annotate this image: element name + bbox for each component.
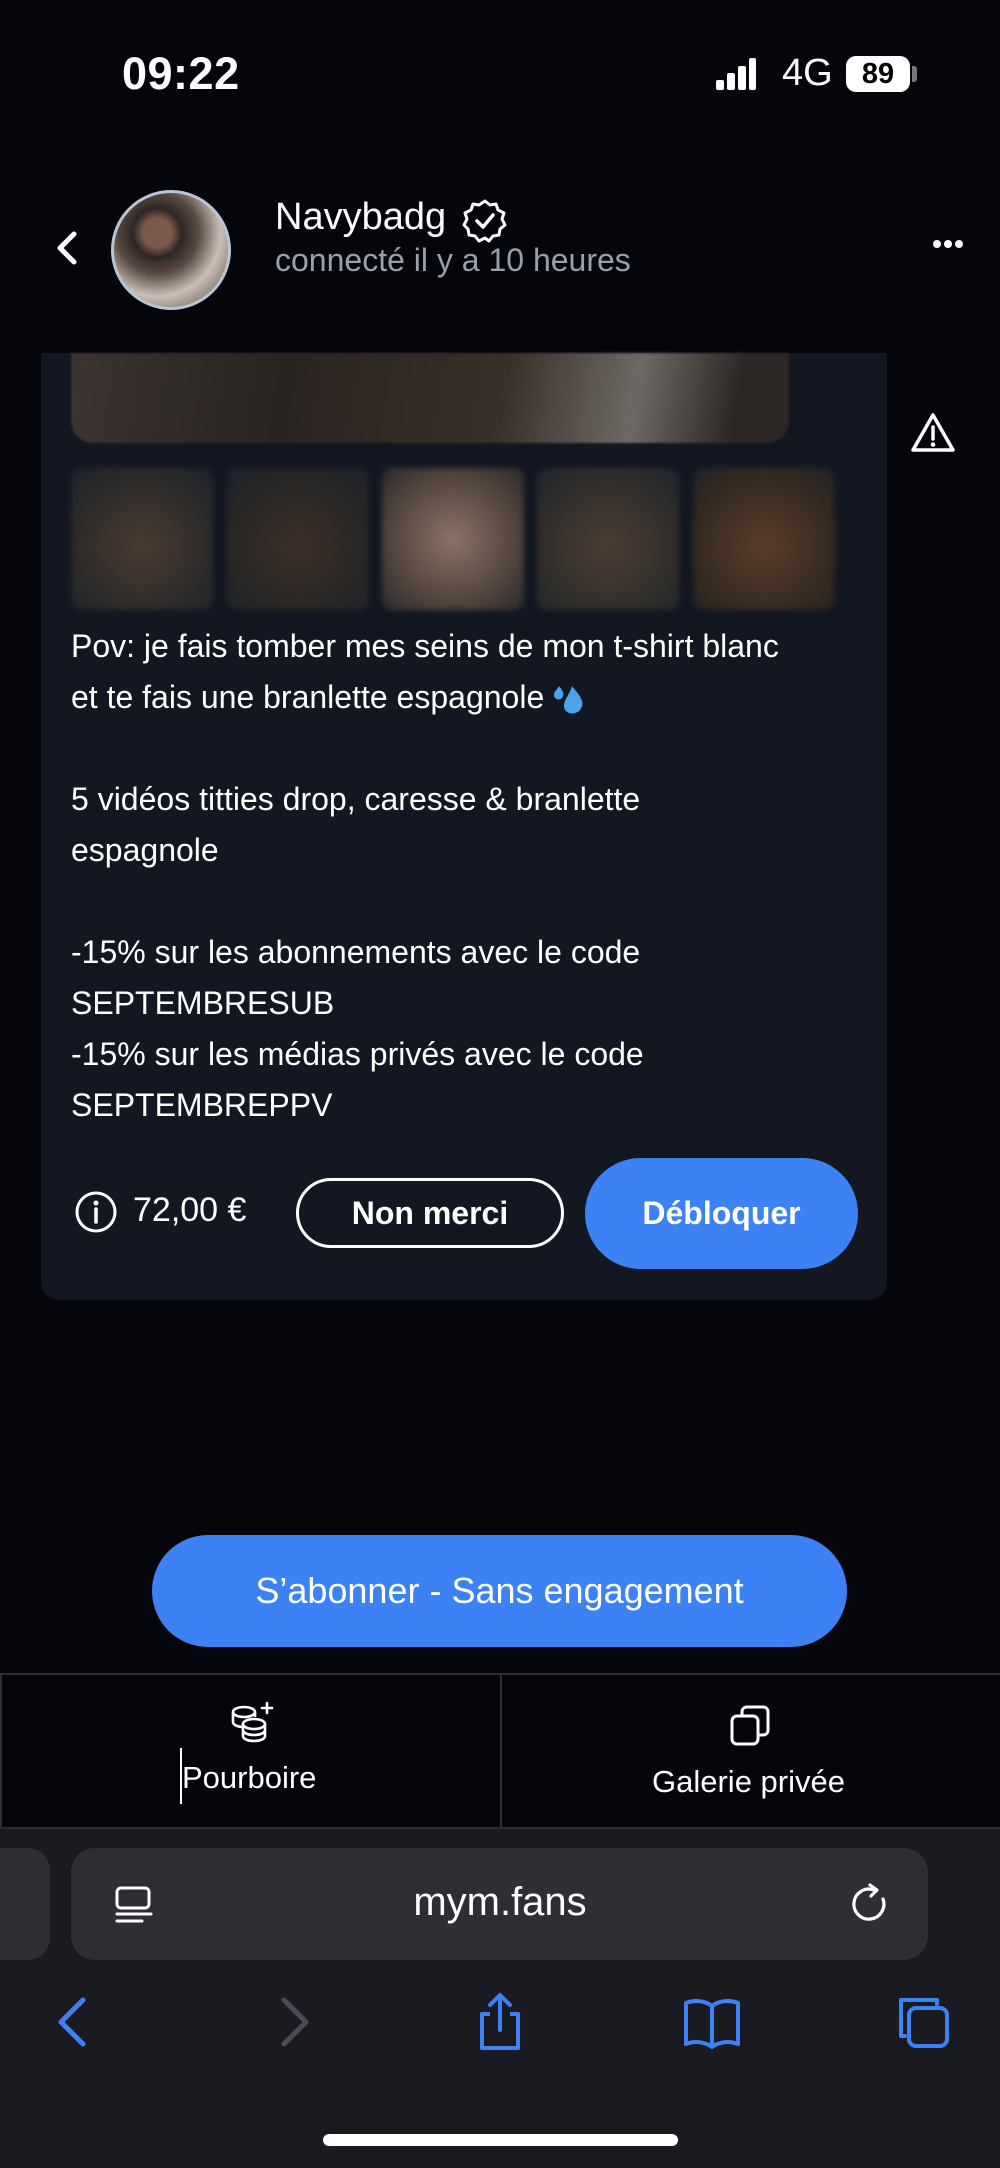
message-text-line: SEPTEMBREPPV — [71, 1087, 333, 1123]
home-indicator[interactable] — [323, 2134, 678, 2146]
tip-tab-label[interactable]: Pourboire — [182, 1760, 316, 1796]
unlock-button[interactable]: Débloquer — [585, 1158, 858, 1269]
report-warning-icon[interactable] — [910, 412, 956, 454]
network-type: 4G — [782, 52, 833, 94]
message-text-line: SEPTEMBRESUB — [71, 985, 335, 1021]
signal-icon — [716, 58, 756, 90]
sweat-droplets-emoji — [550, 682, 590, 718]
decline-button[interactable]: Non merci — [296, 1178, 564, 1248]
message-text-line: et te fais une branlette espagnole — [71, 672, 590, 723]
reload-icon[interactable] — [850, 1882, 892, 1926]
tabs-icon[interactable] — [893, 1992, 953, 2052]
avatar[interactable] — [111, 190, 231, 310]
divider — [500, 1673, 502, 1829]
media-thumbnail[interactable] — [227, 468, 369, 610]
media-thumbnail[interactable] — [71, 468, 213, 610]
message-text-line: Pov: je fais tomber mes seins de mon t-s… — [71, 628, 779, 664]
media-thumbnail[interactable] — [537, 468, 679, 610]
gallery-icon[interactable] — [726, 1702, 774, 1750]
verified-badge-icon — [462, 199, 507, 243]
coins-plus-icon[interactable] — [227, 1700, 275, 1746]
profile-name[interactable]: Navybadg — [275, 196, 446, 239]
back-icon[interactable] — [50, 228, 84, 268]
subscribe-button[interactable]: S’abonner - Sans engagement — [152, 1535, 847, 1647]
message-text-line: espagnole — [71, 832, 219, 868]
divider — [0, 1673, 2, 1829]
info-icon[interactable] — [74, 1190, 118, 1234]
more-icon[interactable] — [932, 238, 964, 250]
price-label: 72,00 € — [133, 1191, 247, 1229]
message-text-line: -15% sur les abonnements avec le code — [71, 934, 641, 970]
media-preview[interactable] — [71, 353, 789, 443]
gallery-tab-label[interactable]: Galerie privée — [652, 1764, 845, 1800]
forward-arrow-icon[interactable] — [262, 1992, 322, 2052]
status-time: 09:22 — [122, 48, 240, 99]
message-text-line: 5 vidéos titties drop, caresse & branlet… — [71, 781, 641, 817]
battery-nub — [912, 66, 917, 82]
media-thumbnail[interactable] — [693, 468, 835, 610]
back-arrow-icon[interactable] — [45, 1992, 105, 2052]
share-icon[interactable] — [470, 1992, 530, 2052]
last-seen-status: connecté il y a 10 heures — [275, 242, 631, 278]
battery-icon: 89 — [846, 56, 910, 92]
message-text-line: -15% sur les médias privés avec le code — [71, 1036, 644, 1072]
bookmarks-icon[interactable] — [682, 1992, 742, 2052]
media-thumbnail[interactable] — [382, 468, 524, 610]
